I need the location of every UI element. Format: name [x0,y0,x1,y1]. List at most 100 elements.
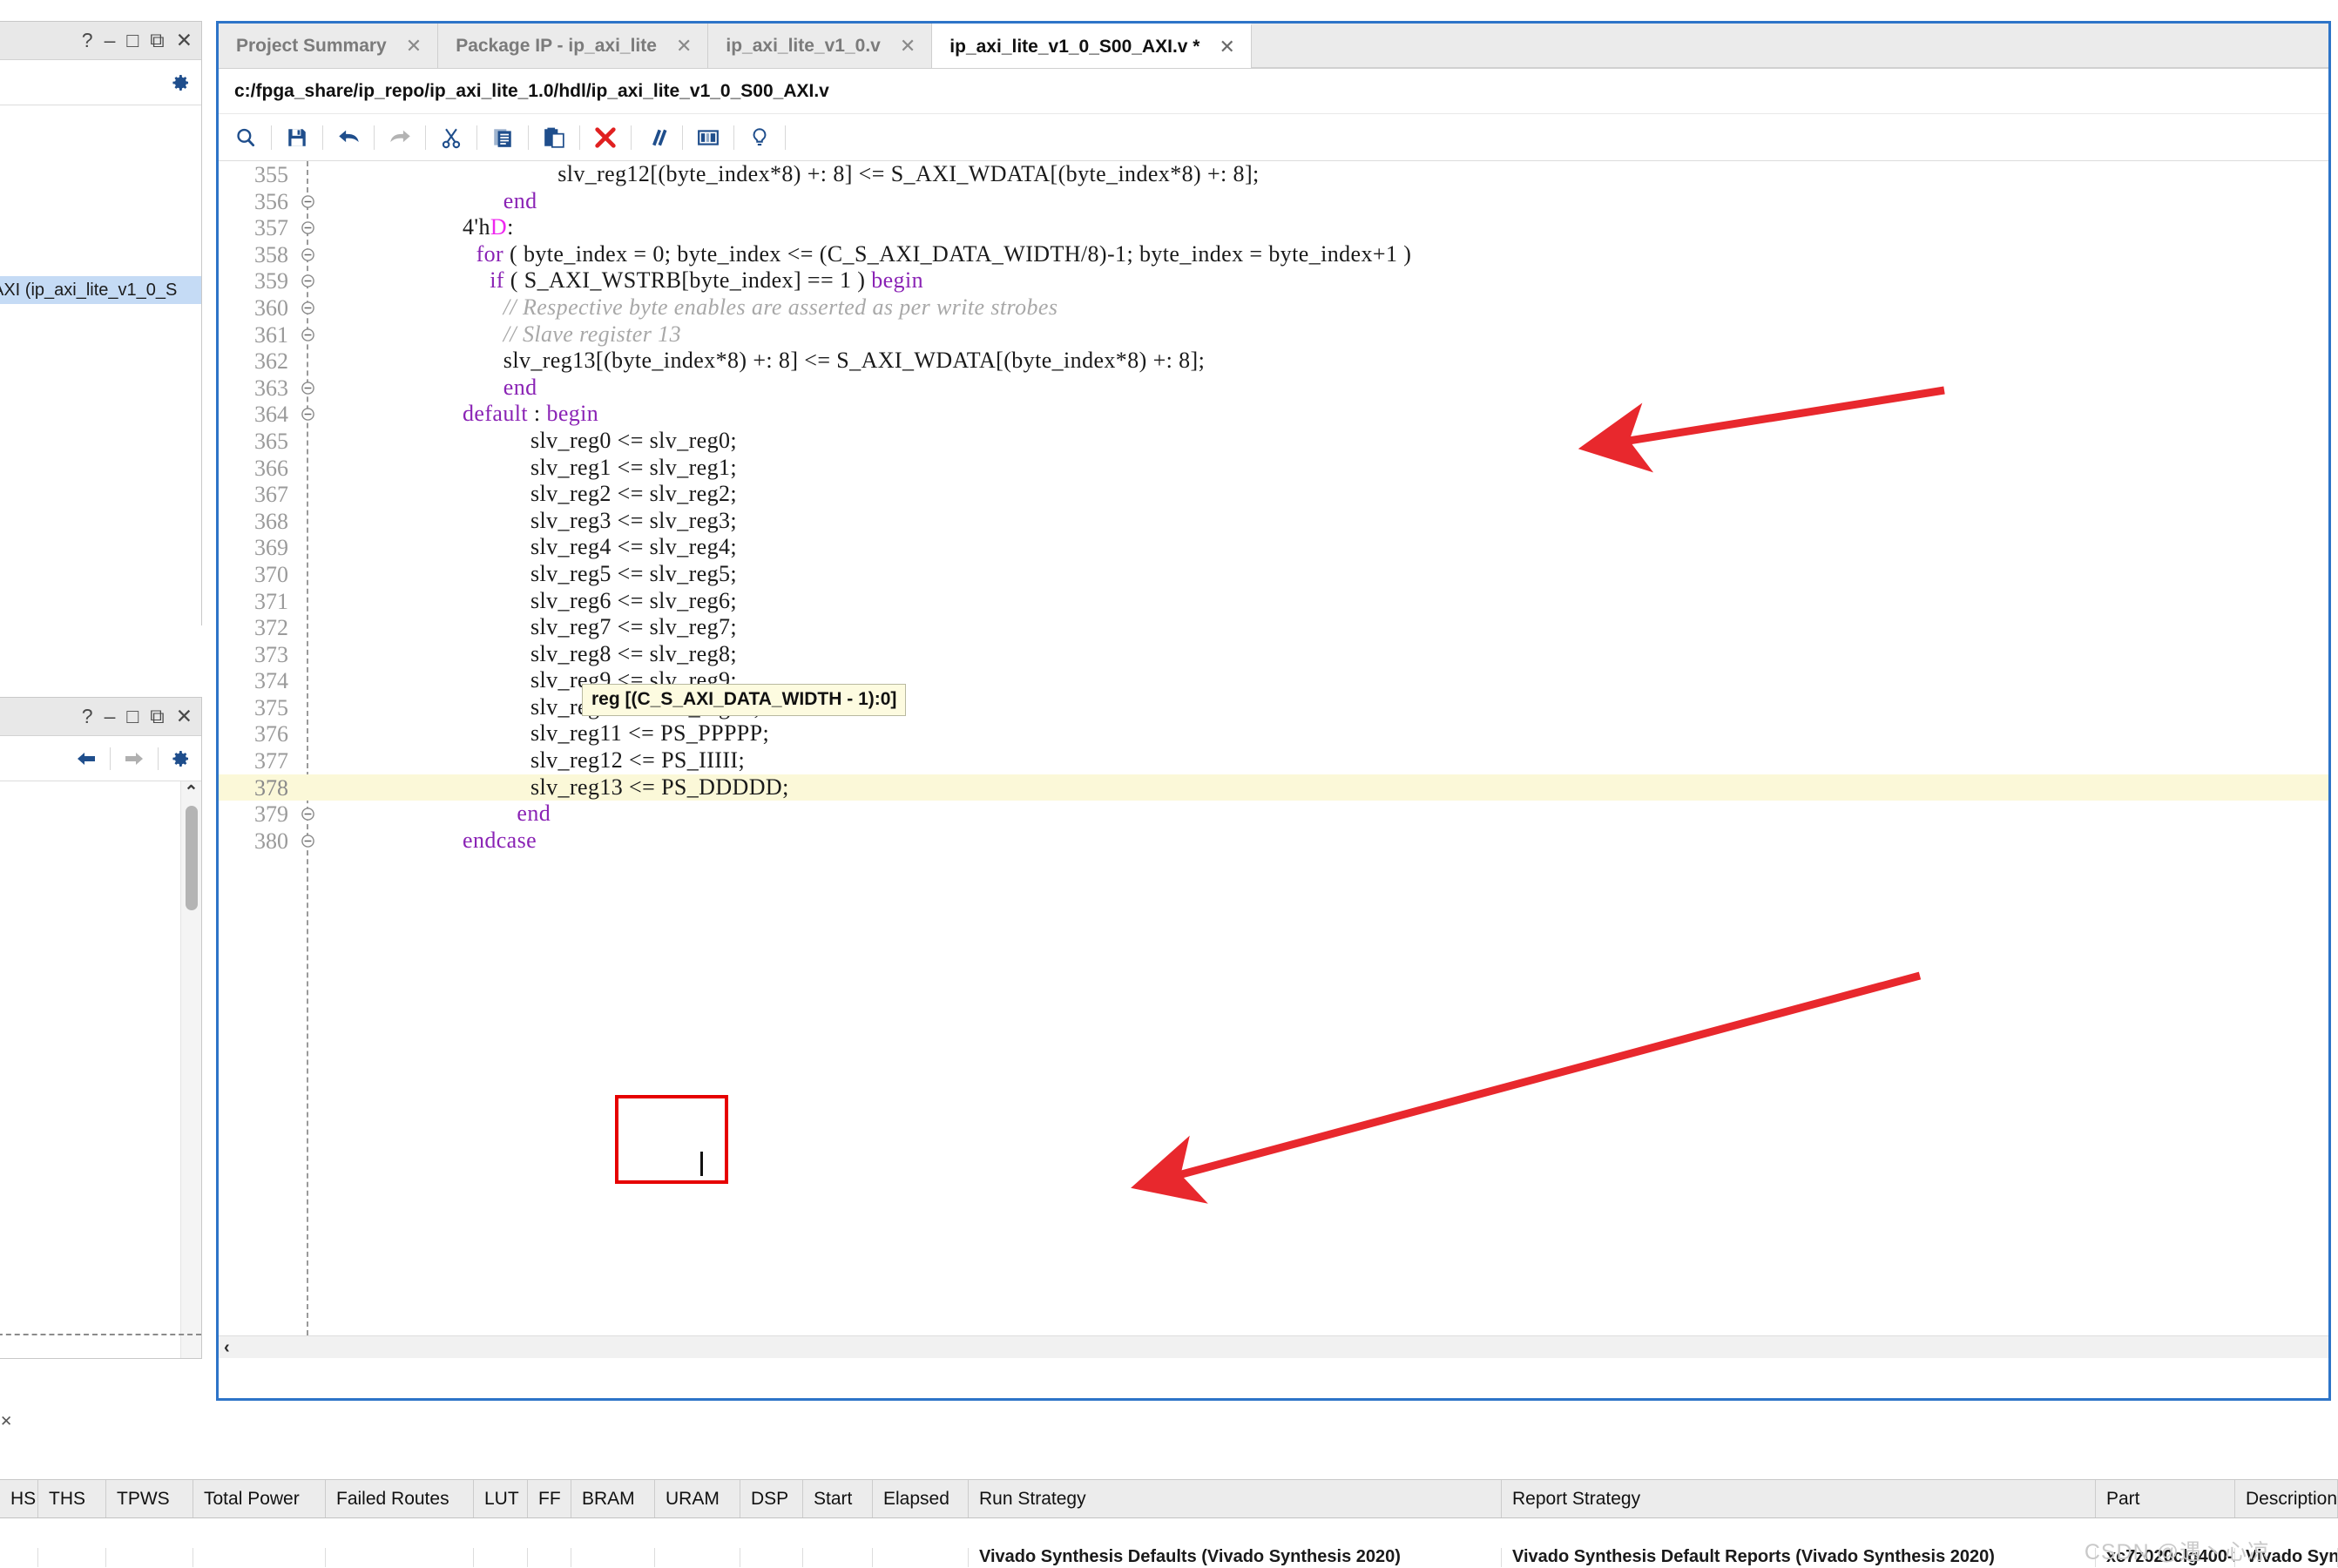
code-line[interactable]: 372 slv_reg7 <= slv_reg7; [219,614,2328,641]
column-header[interactable]: Elapsed [873,1480,969,1517]
close-button[interactable]: ✕ [176,30,193,51]
code-line[interactable]: 361 // Slave register 13 [219,321,2328,348]
column-header[interactable]: Start [803,1480,873,1517]
code-horizontal-scrollbar[interactable]: ‹ [219,1335,2328,1358]
column-header[interactable]: LUT [474,1480,528,1517]
code-line[interactable]: 377 slv_reg12 <= PS_IIIII; [219,747,2328,774]
code-line[interactable]: 362 slv_reg13[(byte_index*8) +: 8] <= S_A… [219,348,2328,375]
code-line[interactable]: 370 slv_reg5 <= slv_reg5; [219,561,2328,588]
tab-close-icon[interactable]: ✕ [900,35,916,57]
help-button[interactable]: ? [82,30,93,51]
maximize-button[interactable]: □ [126,30,139,51]
code-area[interactable]: 355 slv_reg12[(byte_index*8) +: 8] <= S_A… [219,161,2328,1358]
line-number: 361 [254,321,288,348]
tab-close-icon[interactable]: ✕ [1219,36,1234,58]
code-line[interactable]: 371 slv_reg6 <= slv_reg6; [219,588,2328,615]
copy-icon[interactable] [490,125,516,151]
close-button-2[interactable]: ✕ [176,706,193,727]
code-line[interactable]: 374 slv_reg9 <= slv_reg9; [219,667,2328,694]
column-header[interactable]: BRAM [571,1480,655,1517]
fold-collapse-icon[interactable] [301,407,315,422]
delete-icon[interactable] [592,125,618,151]
column-header[interactable]: Run Strategy [969,1480,1502,1517]
chevron-up-icon[interactable]: ⌃ [181,781,201,804]
code-line[interactable]: 367 slv_reg2 <= slv_reg2; [219,481,2328,508]
columns-icon[interactable] [695,125,721,151]
save-icon[interactable] [284,125,310,151]
code-line[interactable]: 380 endcase [219,828,2328,855]
column-header[interactable]: THS [38,1480,106,1517]
redo-icon[interactable] [387,125,413,151]
find-icon[interactable] [233,125,259,151]
fold-collapse-icon[interactable] [301,834,315,848]
minimize-button[interactable]: – [105,30,116,51]
column-header[interactable]: Total Power [193,1480,326,1517]
maximize-button-2[interactable]: □ [126,706,139,727]
code-line[interactable]: 378 slv_reg13 <= PS_DDDDD; [219,774,2328,801]
comment-icon[interactable] [644,125,670,151]
fold-collapse-icon[interactable] [301,807,315,821]
paste-icon[interactable] [541,125,567,151]
vertical-scrollbar[interactable]: ⌃ [180,781,201,1358]
fold-collapse-icon[interactable] [301,247,315,262]
code-line[interactable]: 373 slv_reg8 <= slv_reg8; [219,641,2328,668]
chevron-left-icon[interactable]: ‹ [224,1339,230,1356]
code-lines[interactable]: 355 slv_reg12[(byte_index*8) +: 8] <= S_A… [219,161,2328,1335]
strip-close-icon[interactable]: ✕ [0,1413,12,1430]
code-text: 4'hD: [463,214,514,240]
code-line[interactable]: 357 4'hD: [219,214,2328,241]
column-header[interactable]: Part [2096,1480,2235,1517]
column-header[interactable]: TPWS [106,1480,193,1517]
cut-icon[interactable] [438,125,464,151]
fold-collapse-icon[interactable] [301,194,315,209]
fold-collapse-icon[interactable] [301,381,315,395]
minimize-button-2[interactable]: – [105,706,116,727]
column-header[interactable]: FF [528,1480,571,1517]
gear-icon-2[interactable] [170,748,191,769]
tab-close-icon[interactable]: ✕ [406,35,422,57]
column-header[interactable]: Description [2235,1480,2338,1517]
code-line[interactable]: 358 for ( byte_index = 0; byte_index <= (… [219,241,2328,268]
code-line[interactable]: 355 slv_reg12[(byte_index*8) +: 8] <= S_A… [219,161,2328,188]
code-line[interactable]: 366 slv_reg1 <= slv_reg1; [219,455,2328,482]
code-line[interactable]: 369 slv_reg4 <= slv_reg4; [219,534,2328,561]
gear-icon[interactable] [170,72,191,93]
code-line[interactable]: 375slv_reg10 <= slv_reg10; [219,694,2328,721]
code-line[interactable]: 363 end [219,375,2328,402]
table-row[interactable]: Vivado Synthesis Defaults (Vivado Synthe… [0,1518,2338,1567]
fold-collapse-icon[interactable] [301,328,315,342]
column-header[interactable]: URAM [655,1480,740,1517]
column-header[interactable]: Report Strategy [1502,1480,2096,1517]
fold-collapse-icon[interactable] [301,220,315,235]
float-button-2[interactable]: ⧉ [150,706,164,727]
fold-collapse-icon[interactable] [301,301,315,315]
column-header[interactable]: Failed Routes [326,1480,474,1517]
code-line[interactable]: 356 end [219,188,2328,215]
tab-ip-axi-lite-v1-0-s00-axi[interactable]: ip_axi_lite_v1_0_S00_AXI.v * ✕ [932,24,1252,68]
tree-item-selected[interactable]: AXI (ip_axi_lite_v1_0_S [0,276,201,304]
fold-collapse-icon[interactable] [301,274,315,288]
column-header[interactable]: HS [0,1480,38,1517]
tab-project-summary[interactable]: Project Summary ✕ [219,24,439,68]
code-line[interactable]: 365 slv_reg0 <= slv_reg0; [219,428,2328,455]
back-arrow-icon[interactable] [74,748,98,769]
tab-close-icon[interactable]: ✕ [676,35,692,57]
undo-icon[interactable] [335,125,362,151]
hint-icon[interactable] [747,125,773,151]
table-cell [655,1548,740,1567]
code-line[interactable]: 359 if ( S_AXI_WSTRB[byte_index] == 1 ) b… [219,267,2328,294]
text-caret [700,1152,703,1176]
scrollbar-thumb[interactable] [185,806,198,910]
tab-ip-axi-lite-v1-0[interactable]: ip_axi_lite_v1_0.v ✕ [708,24,933,68]
code-line[interactable]: 376 slv_reg11 <= PS_PPPPP; [219,720,2328,747]
help-button-2[interactable]: ? [82,706,93,727]
column-header[interactable]: DSP [740,1480,803,1517]
code-line[interactable]: 360 // Respective byte enables are assert… [219,294,2328,321]
line-number: 374 [254,668,288,694]
code-line[interactable]: 368 slv_reg3 <= slv_reg3; [219,508,2328,535]
code-line[interactable]: 379 end [219,801,2328,828]
float-button[interactable]: ⧉ [150,30,164,51]
code-line[interactable]: 364 default : begin [219,401,2328,428]
forward-arrow-icon[interactable] [122,748,146,769]
tab-package-ip[interactable]: Package IP - ip_axi_lite ✕ [438,24,709,68]
